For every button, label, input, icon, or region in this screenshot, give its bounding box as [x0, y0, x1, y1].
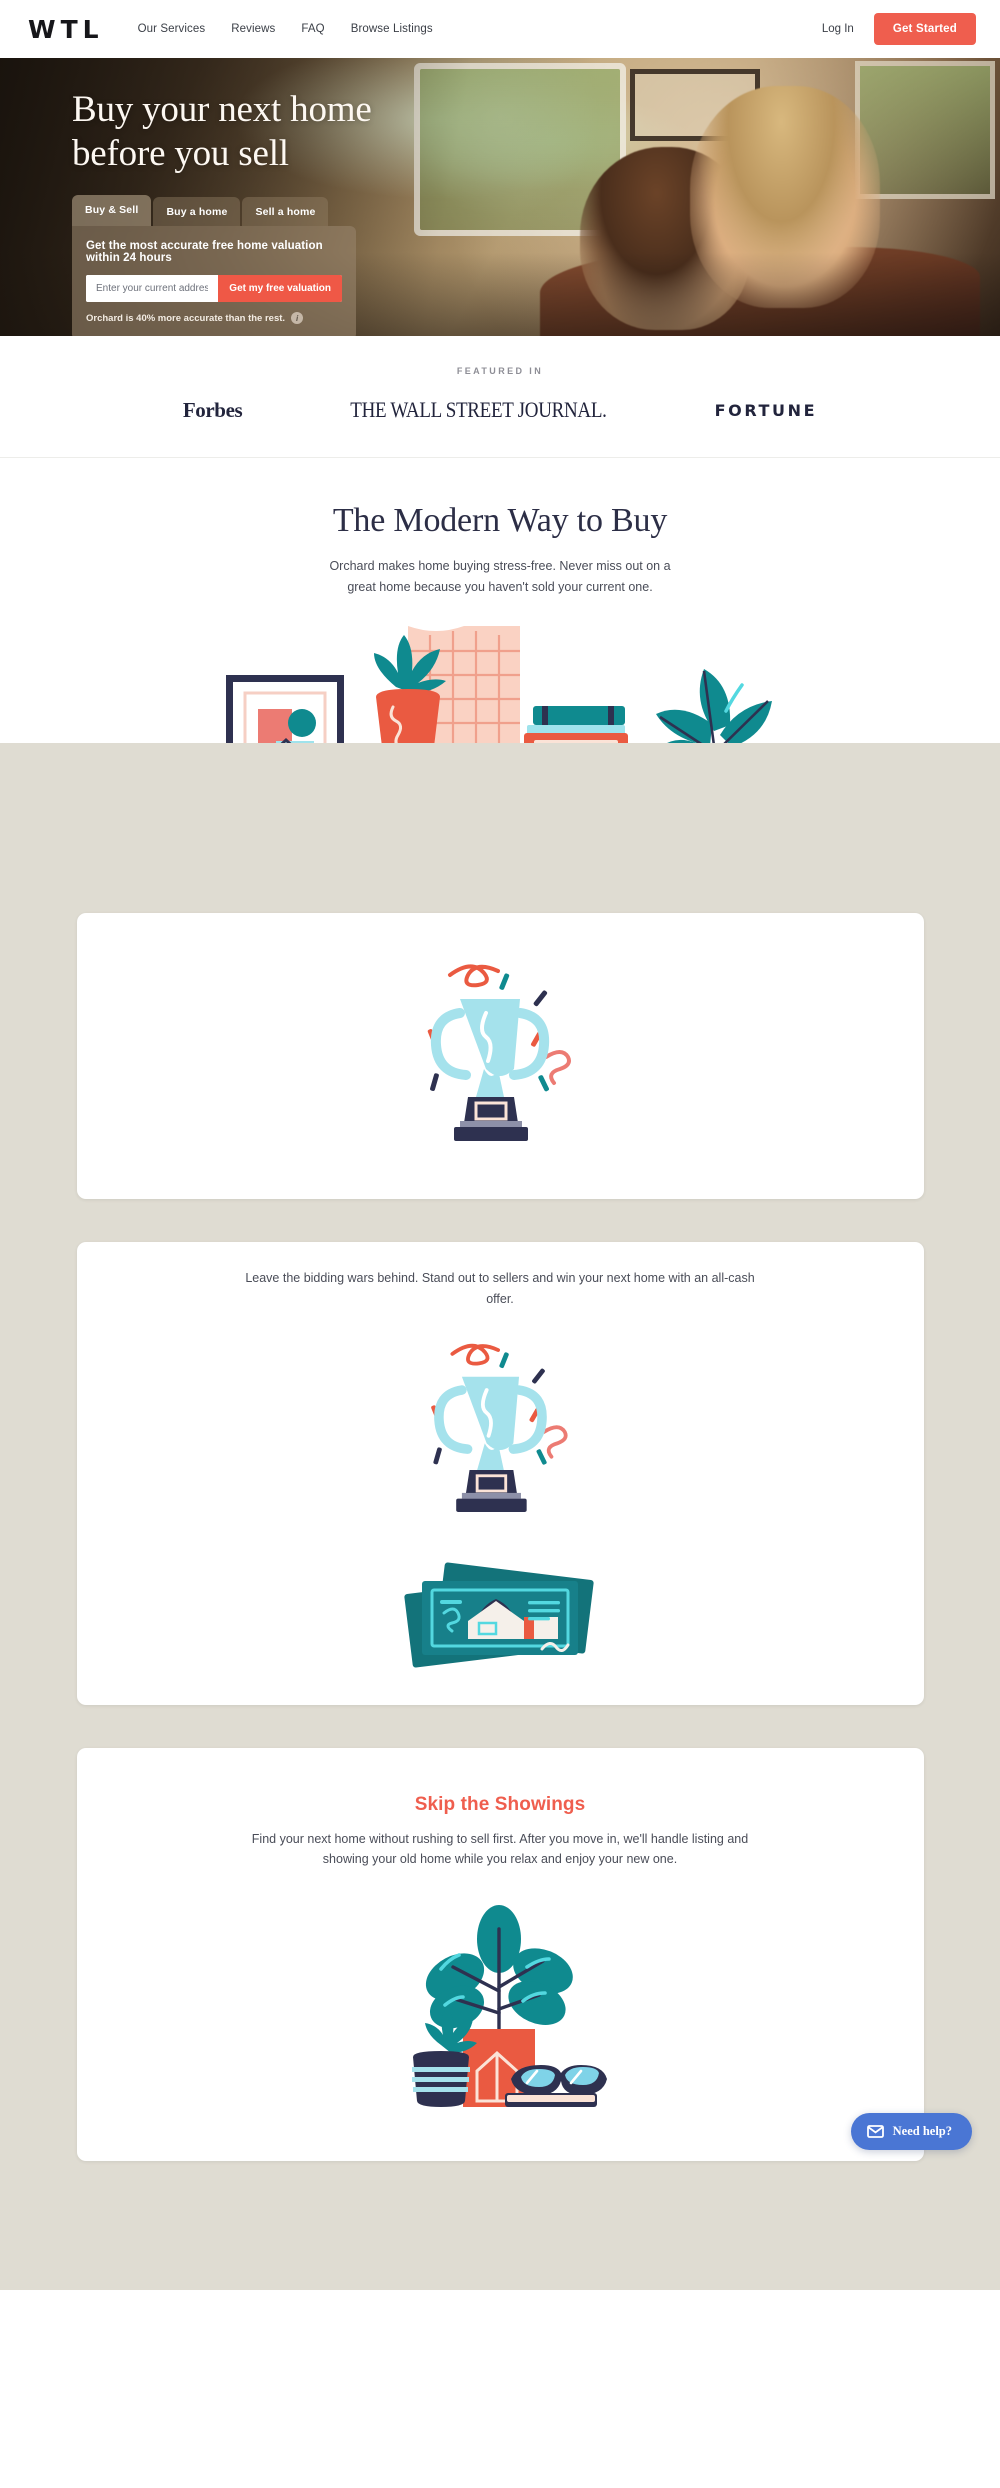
- featured-in-label: FEATURED IN: [456, 366, 544, 376]
- featured-logo-row: Forbes THE WALL STREET JOURNAL. FORTUNE: [0, 398, 1000, 423]
- get-valuation-button[interactable]: Get my free valuation: [218, 275, 342, 303]
- site-logo[interactable]: WTL: [28, 15, 104, 44]
- info-icon[interactable]: i: [291, 312, 304, 325]
- card-1-art: [147, 951, 854, 1161]
- cash-checks-illustration: [404, 1562, 594, 1668]
- main-nav: Our Services Reviews FAQ Browse Listings: [138, 23, 433, 35]
- tab-buy-and-sell[interactable]: Buy & Sell: [72, 195, 152, 227]
- featured-in-section: FEATURED IN Forbes THE WALL STREET JOURN…: [0, 336, 1000, 458]
- header-actions: Log In Get Started: [822, 13, 976, 45]
- nav-item-our-services[interactable]: Our Services: [138, 23, 206, 35]
- card-3-art: [147, 1895, 854, 2125]
- hero-section: Buy your next home before you sell Buy &…: [0, 58, 1000, 336]
- benefit-card-2: Leave the bidding wars behind. Stand out…: [76, 1242, 924, 1705]
- card-3-body: Find your next home without rushing to s…: [251, 1831, 749, 1866]
- page-root: WTL Our Services Reviews FAQ Browse List…: [0, 0, 1000, 2291]
- site-header: WTL Our Services Reviews FAQ Browse List…: [0, 0, 1000, 58]
- fortune-logo: FORTUNE: [714, 401, 818, 420]
- hero-valuation-card: Get the most accurate free home valuatio…: [72, 226, 356, 336]
- card-2-art-trophy: [147, 1331, 854, 1531]
- nav-item-faq[interactable]: FAQ: [301, 23, 324, 35]
- tab-sell-a-home[interactable]: Sell a home: [242, 197, 329, 227]
- trophy-illustration: [427, 964, 571, 1142]
- benefits-section: Leave the bidding wars behind. Stand out…: [0, 743, 1000, 2291]
- envelope-icon: [866, 2125, 884, 2139]
- benefit-card-3: Skip the Showings Find your next home wi…: [76, 1747, 924, 2162]
- hero-card-title: Get the most accurate free home valuatio…: [86, 240, 323, 265]
- need-help-label: Need help?: [892, 2124, 952, 2139]
- nav-item-reviews[interactable]: Reviews: [231, 23, 275, 35]
- forbes-logo: Forbes: [182, 398, 243, 422]
- tab-buy-a-home[interactable]: Buy a home: [153, 197, 241, 227]
- nav-item-browse-listings[interactable]: Browse Listings: [351, 23, 433, 35]
- get-started-button[interactable]: Get Started: [873, 13, 976, 45]
- modern-way-heading: The Modern Way to Buy: [332, 502, 668, 539]
- modern-way-subheading: Orchard makes home buying stress-free. N…: [329, 559, 671, 594]
- card-3-heading: Skip the Showings: [414, 1793, 586, 1815]
- hero-valuation-widget: Buy & Sell Buy a home Sell a home Get th…: [72, 195, 356, 336]
- accuracy-note: Orchard is 40% more accurate than the re…: [86, 312, 342, 325]
- hero-title-line-1: Buy your next home: [72, 89, 372, 130]
- plant-books-glasses-illustration: [412, 1905, 607, 2108]
- hero-title: Buy your next home before you sell: [72, 88, 520, 175]
- trophy-illustration: [431, 1343, 568, 1512]
- address-input[interactable]: [86, 275, 219, 303]
- need-help-chat-button[interactable]: Need help?: [850, 2113, 972, 2151]
- hero-title-line-2: before you sell: [72, 132, 289, 174]
- benefit-card-1: [76, 913, 924, 1200]
- address-form: Get my free valuation: [86, 275, 342, 303]
- login-link[interactable]: Log In: [822, 23, 854, 35]
- hero-content: Buy your next home before you sell Buy &…: [0, 58, 520, 336]
- card-2-art-cash: [147, 1555, 854, 1675]
- accuracy-note-text: Orchard is 40% more accurate than the re…: [86, 312, 286, 324]
- card-2-body: Leave the bidding wars behind. Stand out…: [245, 1271, 755, 1306]
- hero-tab-list: Buy & Sell Buy a home Sell a home: [72, 195, 356, 227]
- wall-street-journal-logo: THE WALL STREET JOURNAL.: [350, 397, 607, 423]
